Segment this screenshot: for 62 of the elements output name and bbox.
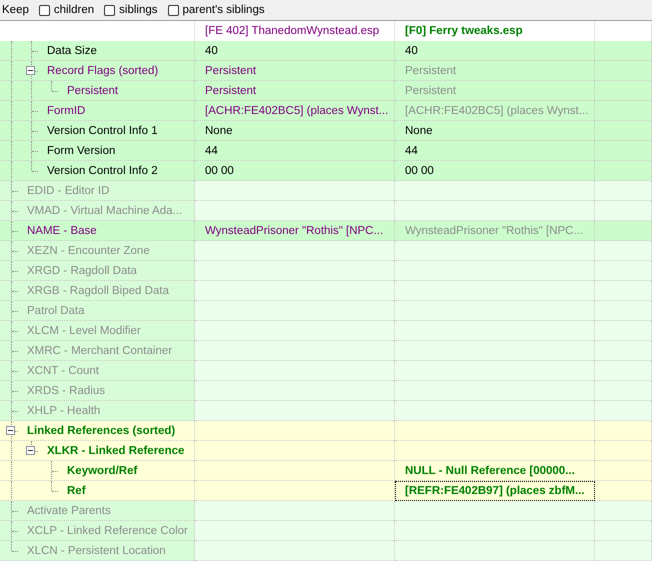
keep-label: Keep xyxy=(2,4,29,16)
tree-cell[interactable]: Ref xyxy=(0,481,195,501)
collapse-icon[interactable] xyxy=(26,446,35,454)
tree-label[interactable]: Patrol Data xyxy=(27,304,85,316)
tree-cell[interactable]: XRDS - Radius xyxy=(0,381,195,401)
tree-label[interactable]: XMRC - Merchant Container xyxy=(27,344,172,356)
tree-cell[interactable]: XCNT - Count xyxy=(0,361,195,381)
tree-cell[interactable]: XLCM - Level Modifier xyxy=(0,321,195,341)
tree-label[interactable]: Form Version xyxy=(47,144,116,156)
tree-label[interactable]: Persistent xyxy=(67,84,118,96)
tree-cell[interactable]: VMAD - Virtual Machine Ada... xyxy=(0,201,195,221)
tree-label[interactable]: XLCN - Persistent Location xyxy=(27,544,166,556)
tree-cell[interactable]: XRGB - Ragdoll Biped Data xyxy=(0,281,195,301)
tree-label[interactable]: Keyword/Ref xyxy=(67,464,138,476)
tree-cell[interactable]: EDID - Editor ID xyxy=(0,181,195,201)
tree-label[interactable]: XHLP - Health xyxy=(27,404,100,416)
tree-label[interactable]: FormID xyxy=(47,104,86,116)
tree-label[interactable]: Version Control Info 2 xyxy=(47,164,158,176)
tree-label[interactable]: EDID - Editor ID xyxy=(27,184,110,196)
tree-cell[interactable]: Version Control Info 2 xyxy=(0,161,195,181)
tree-cell[interactable]: Record Flags (sorted) xyxy=(0,61,195,81)
tree-cell[interactable]: Patrol Data xyxy=(0,301,195,321)
tree-cell[interactable]: XHLP - Health xyxy=(0,401,195,421)
tree-label[interactable]: XLKR - Linked Reference xyxy=(47,444,184,456)
tree-label[interactable]: VMAD - Virtual Machine Ada... xyxy=(27,204,182,216)
tree-label[interactable]: XRDS - Radius xyxy=(27,384,105,396)
tree-cell[interactable]: FormID xyxy=(0,101,195,121)
tree-cell[interactable]: XEZN - Encounter Zone xyxy=(0,241,195,261)
tree-cell[interactable]: XLKR - Linked Reference xyxy=(0,441,195,461)
tree-cell[interactable]: NAME - Base xyxy=(0,221,195,241)
collapse-icon[interactable] xyxy=(6,426,15,434)
checkbox[interactable] xyxy=(104,4,116,16)
checkbox[interactable] xyxy=(38,4,50,16)
tree-label[interactable]: NAME - Base xyxy=(27,224,97,236)
tree-label[interactable]: Ref xyxy=(67,484,86,496)
tree-label[interactable]: Version Control Info 1 xyxy=(47,124,158,136)
checkbox-label[interactable]: siblings xyxy=(119,4,158,16)
checkbox-label[interactable]: parent's siblings xyxy=(182,4,265,16)
tree-label[interactable]: XRGB - Ragdoll Biped Data xyxy=(27,284,169,296)
tree-cell[interactable]: Linked References (sorted) xyxy=(0,421,195,441)
tree-label[interactable]: XCNT - Count xyxy=(27,364,100,376)
tree-label[interactable]: XCLP - Linked Reference Color xyxy=(27,524,188,536)
tree-cell[interactable]: XCLP - Linked Reference Color xyxy=(0,521,195,541)
tree-label[interactable]: Record Flags (sorted) xyxy=(47,64,158,76)
tree-cell[interactable]: Activate Parents xyxy=(0,501,195,521)
tree-cell[interactable]: Form Version xyxy=(0,141,195,161)
checkbox[interactable] xyxy=(168,4,178,16)
tree-cell[interactable]: Keyword/Ref xyxy=(0,461,195,481)
tree-label[interactable]: Data Size xyxy=(47,44,97,56)
tree-cell[interactable]: Data Size xyxy=(0,41,195,61)
collapse-icon[interactable] xyxy=(26,66,35,74)
tree-label[interactable]: XLCM - Level Modifier xyxy=(27,324,141,336)
tree-cell[interactable]: Version Control Info 1 xyxy=(0,121,195,141)
tree-cell[interactable]: XMRC - Merchant Container xyxy=(0,341,195,361)
tree-cell[interactable]: Persistent xyxy=(0,81,195,101)
tree-label[interactable]: Linked References (sorted) xyxy=(27,424,176,436)
tree-cell[interactable]: XLCN - Persistent Location xyxy=(0,541,195,561)
checkbox-label[interactable]: children xyxy=(54,4,94,16)
tree-label[interactable]: Activate Parents xyxy=(27,504,111,516)
tree-label[interactable]: XRGD - Ragdoll Data xyxy=(27,264,137,276)
tree-label[interactable]: XEZN - Encounter Zone xyxy=(27,244,150,256)
tree-cell[interactable]: XRGD - Ragdoll Data xyxy=(0,261,195,281)
